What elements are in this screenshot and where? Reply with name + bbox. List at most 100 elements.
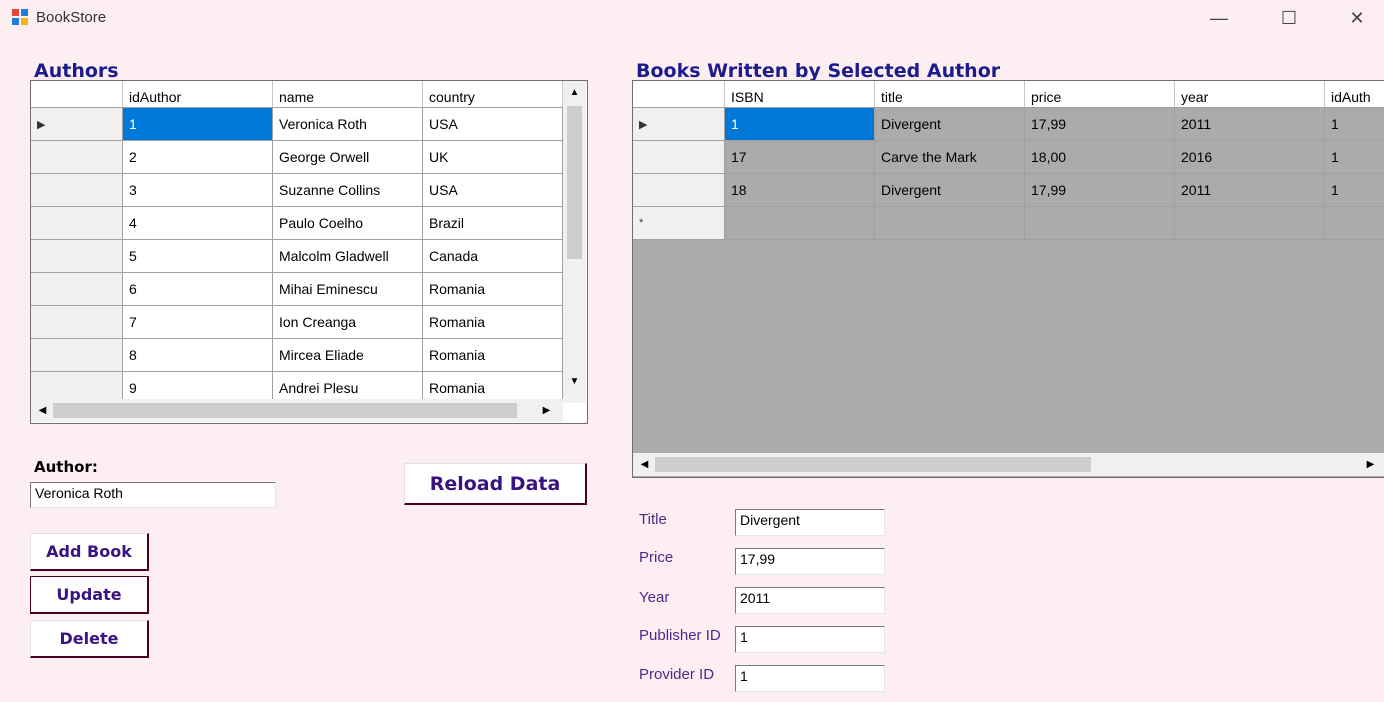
row-header[interactable] [31, 306, 123, 339]
row-header[interactable]: ▶ [31, 108, 123, 141]
table-cell[interactable]: 1 [123, 108, 273, 141]
table-cell[interactable]: Brazil [423, 207, 563, 240]
table-cell[interactable]: Ion Creanga [273, 306, 423, 339]
table-cell[interactable]: Divergent [875, 108, 1025, 141]
table-cell[interactable]: 2011 [1175, 108, 1325, 141]
table-cell[interactable]: 17,99 [1025, 174, 1175, 207]
books-column-header[interactable]: year [1175, 81, 1325, 107]
year-input[interactable]: 2011 [735, 587, 885, 614]
scroll-right-icon[interactable]: ▶ [538, 402, 555, 419]
add-book-button[interactable]: Add Book [30, 533, 149, 571]
authors-column-header[interactable]: name [273, 81, 423, 107]
authors-table-row[interactable]: 4 Paulo Coelho Brazil [31, 207, 563, 240]
row-header[interactable] [31, 141, 123, 174]
table-cell[interactable]: 2016 [1175, 141, 1325, 174]
table-cell[interactable]: 1 [1325, 141, 1384, 174]
table-cell[interactable]: 17,99 [1025, 108, 1175, 141]
table-cell[interactable]: Romania [423, 273, 563, 306]
table-cell[interactable]: Divergent [875, 174, 1025, 207]
close-button[interactable]: ✕ [1334, 0, 1380, 36]
row-header[interactable] [31, 339, 123, 372]
table-cell[interactable]: Canada [423, 240, 563, 273]
row-header[interactable]: ▶ [633, 108, 725, 141]
books-hscrollbar[interactable]: ◀ ▶ [633, 453, 1384, 476]
author-input[interactable]: Veronica Roth [30, 482, 276, 508]
authors-hscroll-thumb[interactable] [53, 403, 517, 418]
authors-table-row[interactable]: 3 Suzanne Collins USA [31, 174, 563, 207]
table-cell[interactable]: Mihai Eminescu [273, 273, 423, 306]
table-cell[interactable]: 5 [123, 240, 273, 273]
books-header-corner[interactable] [633, 81, 725, 107]
books-column-header[interactable]: price [1025, 81, 1175, 107]
authors-vscrollbar[interactable]: ▲ ▼ [563, 81, 586, 403]
price-input[interactable]: 17,99 [735, 548, 885, 575]
delete-button[interactable]: Delete [30, 620, 149, 658]
table-cell[interactable]: Carve the Mark [875, 141, 1025, 174]
row-header[interactable] [633, 141, 725, 174]
table-cell[interactable]: UK [423, 141, 563, 174]
publisher-id-input[interactable]: 1 [735, 626, 885, 653]
table-cell[interactable] [1175, 207, 1325, 240]
books-column-header[interactable]: ISBN [725, 81, 875, 107]
title-input[interactable]: Divergent [735, 509, 885, 536]
provider-id-input[interactable]: 1 [735, 665, 885, 692]
table-cell[interactable]: 7 [123, 306, 273, 339]
authors-column-header[interactable]: country [423, 81, 563, 107]
table-cell[interactable] [1025, 207, 1175, 240]
table-cell[interactable]: 6 [123, 273, 273, 306]
row-header[interactable] [31, 174, 123, 207]
authors-table-row[interactable]: 7 Ion Creanga Romania [31, 306, 563, 339]
table-cell[interactable]: 17 [725, 141, 875, 174]
table-cell[interactable]: 4 [123, 207, 273, 240]
books-grid[interactable]: ISBN title price year idAuth ▶ 1 Divergent 17,9… [632, 80, 1384, 478]
books-table-row[interactable]: ▶ 1 Divergent 17,99 2011 1 [633, 108, 1384, 141]
table-cell[interactable]: 1 [1325, 174, 1384, 207]
table-cell[interactable]: Romania [423, 306, 563, 339]
table-cell[interactable]: 3 [123, 174, 273, 207]
books-table-row[interactable]: 18 Divergent 17,99 2011 1 [633, 174, 1384, 207]
table-cell[interactable]: Veronica Roth [273, 108, 423, 141]
table-cell[interactable]: George Orwell [273, 141, 423, 174]
row-header[interactable]: * [633, 207, 725, 240]
table-cell[interactable]: Mircea Eliade [273, 339, 423, 372]
row-header[interactable] [633, 174, 725, 207]
authors-table-row[interactable]: 5 Malcolm Gladwell Canada [31, 240, 563, 273]
scroll-left-icon[interactable]: ◀ [34, 402, 51, 419]
reload-data-button[interactable]: Reload Data [404, 463, 587, 505]
table-cell[interactable]: Paulo Coelho [273, 207, 423, 240]
books-column-header[interactable]: idAuth [1325, 81, 1384, 107]
table-cell[interactable]: Suzanne Collins [273, 174, 423, 207]
row-header[interactable] [31, 240, 123, 273]
scroll-up-icon[interactable]: ▲ [566, 84, 583, 101]
books-hscroll-thumb[interactable] [655, 457, 1091, 472]
table-cell[interactable]: Romania [423, 339, 563, 372]
books-table-row[interactable]: * [633, 207, 1384, 240]
table-cell[interactable]: 2 [123, 141, 273, 174]
row-header[interactable] [31, 273, 123, 306]
minimize-button[interactable]: — [1196, 0, 1242, 36]
scroll-right-icon[interactable]: ▶ [1362, 456, 1379, 473]
table-cell[interactable]: USA [423, 174, 563, 207]
update-button[interactable]: Update [30, 576, 149, 614]
authors-grid[interactable]: idAuthor name country ▶ 1 Veronica Roth USA 2 G… [30, 80, 588, 424]
table-cell[interactable] [725, 207, 875, 240]
scroll-left-icon[interactable]: ◀ [636, 456, 653, 473]
table-cell[interactable]: 18,00 [1025, 141, 1175, 174]
authors-table-row[interactable]: ▶ 1 Veronica Roth USA [31, 108, 563, 141]
scroll-down-icon[interactable]: ▼ [566, 373, 583, 390]
authors-header-corner[interactable] [31, 81, 123, 107]
maximize-button[interactable]: ☐ [1266, 0, 1312, 36]
row-header[interactable] [31, 207, 123, 240]
table-cell[interactable]: Malcolm Gladwell [273, 240, 423, 273]
table-cell[interactable] [1325, 207, 1384, 240]
table-cell[interactable]: 8 [123, 339, 273, 372]
table-cell[interactable]: 2011 [1175, 174, 1325, 207]
books-table-row[interactable]: 17 Carve the Mark 18,00 2016 1 [633, 141, 1384, 174]
authors-table-row[interactable]: 6 Mihai Eminescu Romania [31, 273, 563, 306]
table-cell[interactable]: 1 [725, 108, 875, 141]
authors-table-row[interactable]: 2 George Orwell UK [31, 141, 563, 174]
table-cell[interactable]: USA [423, 108, 563, 141]
table-cell[interactable] [875, 207, 1025, 240]
authors-vscroll-thumb[interactable] [567, 106, 582, 259]
authors-table-row[interactable]: 8 Mircea Eliade Romania [31, 339, 563, 372]
